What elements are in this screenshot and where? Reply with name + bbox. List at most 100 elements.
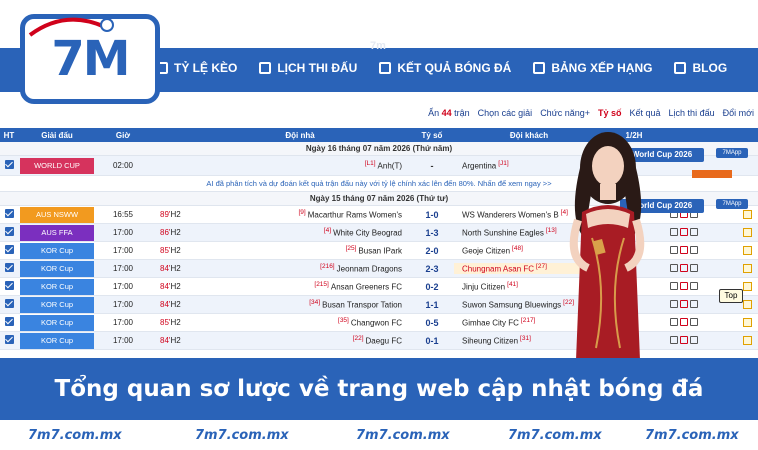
home-team[interactable]: [25] Busan IPark bbox=[190, 245, 410, 256]
match-score[interactable]: 0-5 bbox=[410, 318, 454, 328]
nav-ranking[interactable]: BẢNG XẾP HẠNG bbox=[533, 61, 652, 75]
note-icon[interactable] bbox=[743, 228, 752, 237]
away-name: Argentina bbox=[462, 161, 497, 171]
match-tools-icons[interactable] bbox=[670, 299, 698, 308]
functions-menu[interactable]: Chức năng+ bbox=[540, 108, 590, 118]
match-score[interactable]: 1-1 bbox=[410, 300, 454, 310]
note-icon[interactable] bbox=[743, 282, 752, 291]
match-time: 17:00 bbox=[112, 282, 134, 291]
away-rank: [41] bbox=[507, 281, 518, 289]
row-checkbox[interactable] bbox=[0, 209, 18, 220]
home-team[interactable]: [4] White City Beograd bbox=[190, 227, 410, 238]
match-score[interactable]: 1-0 bbox=[410, 210, 454, 220]
select-leagues-link[interactable]: Chọn các giải bbox=[478, 108, 533, 118]
nav-items: TỶ LỆ KÈO LỊCH THI ĐẤU KẾT QUẢ BÓNG ĐÁ B… bbox=[156, 61, 749, 75]
minute-value: 85' bbox=[160, 318, 171, 327]
minute-value: 84' bbox=[160, 336, 171, 345]
hidden-count[interactable]: Ẩn 44 trận bbox=[428, 108, 470, 118]
match-score[interactable]: 0-1 bbox=[410, 336, 454, 346]
away-name: Jinju Citizen bbox=[462, 282, 506, 292]
match-minute: 84'H2 bbox=[150, 282, 190, 291]
row-checkbox[interactable] bbox=[0, 160, 18, 171]
minute-value: 84' bbox=[160, 282, 171, 291]
home-rank: [34] bbox=[309, 299, 321, 307]
away-rank: [217] bbox=[520, 317, 536, 325]
row-checkbox[interactable] bbox=[0, 299, 18, 310]
calendar-icon bbox=[259, 62, 272, 74]
note-icon[interactable] bbox=[743, 246, 752, 255]
score-link[interactable]: Tỷ số bbox=[598, 108, 622, 118]
home-team[interactable]: [22] Daegu FC bbox=[190, 335, 410, 346]
league-badge[interactable]: AUS FFA bbox=[20, 224, 94, 241]
hidden-suffix: trận bbox=[454, 108, 470, 118]
league-badge[interactable]: KOR Cup bbox=[20, 242, 94, 259]
match-score[interactable]: 2-0 bbox=[410, 246, 454, 256]
home-name: Ansan Greeners FC bbox=[330, 282, 402, 292]
site-logo[interactable]: 7M bbox=[20, 14, 160, 104]
home-team[interactable]: [L1] Anh(T) bbox=[190, 160, 410, 171]
note-icon[interactable] bbox=[743, 300, 752, 309]
league-badge[interactable]: KOR Cup bbox=[20, 260, 94, 277]
footer-watermark-3: 7m7.com.mx bbox=[356, 428, 450, 443]
match-score[interactable]: - bbox=[410, 161, 454, 171]
row-checkbox[interactable] bbox=[0, 227, 18, 238]
league-badge[interactable]: KOR Cup bbox=[20, 314, 94, 331]
league-badge[interactable]: AUS NSWW bbox=[20, 206, 94, 223]
nav-odds[interactable]: TỶ LỆ KÈO bbox=[156, 61, 237, 75]
home-team[interactable]: [216] Jeonnam Dragons bbox=[190, 263, 410, 274]
home-team[interactable]: [9] Macarthur Rams Women's bbox=[190, 209, 410, 220]
filter-bar: Ẩn 44 trận Chọn các giải Chức năng+ Tỷ s… bbox=[0, 104, 758, 122]
note-icon[interactable] bbox=[743, 264, 752, 273]
away-name: Geoje Citizen bbox=[462, 246, 511, 256]
note-icon[interactable] bbox=[743, 318, 752, 327]
home-team[interactable]: [215] Ansan Greeners FC bbox=[190, 281, 410, 292]
note-icon[interactable] bbox=[743, 210, 752, 219]
scroll-top-button[interactable]: Top bbox=[719, 289, 743, 303]
away-rank: [48] bbox=[512, 245, 523, 253]
league-badge[interactable]: KOR Cup bbox=[20, 332, 94, 349]
app-button[interactable]: 7MApp bbox=[716, 148, 748, 158]
row-checkbox[interactable] bbox=[0, 263, 18, 274]
match-tools-icons[interactable] bbox=[670, 335, 698, 344]
match-time: 17:00 bbox=[112, 246, 134, 255]
match-minute: 84'H2 bbox=[150, 264, 190, 273]
home-team[interactable]: [34] Busan Transpor Tation bbox=[190, 299, 410, 310]
home-team[interactable]: [35] Changwon FC bbox=[190, 317, 410, 328]
nav-schedule[interactable]: LỊCH THI ĐẤU bbox=[259, 61, 357, 75]
nav-blog[interactable]: BLOG bbox=[674, 61, 727, 75]
match-score[interactable]: 2-3 bbox=[410, 264, 454, 274]
refresh-link[interactable]: Đổi mới bbox=[723, 108, 754, 118]
league-badge[interactable]: WORLD CUP bbox=[20, 157, 94, 174]
row-checkbox[interactable] bbox=[0, 335, 18, 346]
league-badge[interactable]: KOR Cup bbox=[20, 296, 94, 313]
minute-value: 89' bbox=[160, 210, 171, 219]
note-icon[interactable] bbox=[743, 336, 752, 345]
row-checkbox[interactable] bbox=[0, 281, 18, 292]
match-score[interactable]: 0-2 bbox=[410, 282, 454, 292]
match-tools-icons[interactable] bbox=[670, 245, 698, 254]
app-button-2[interactable]: 7MApp bbox=[716, 199, 748, 209]
row-checkbox[interactable] bbox=[0, 317, 18, 328]
league-badge[interactable]: KOR Cup bbox=[20, 278, 94, 295]
match-tools-icons[interactable] bbox=[670, 227, 698, 236]
away-name: Gimhae City FC bbox=[462, 318, 519, 328]
schedule-link[interactable]: Lịch thi đấu bbox=[669, 108, 715, 118]
match-tools-icons[interactable] bbox=[670, 263, 698, 272]
home-name: Macarthur Rams Women's bbox=[307, 210, 402, 220]
match-tools-icons[interactable] bbox=[670, 281, 698, 290]
header-time: Giờ bbox=[115, 130, 131, 140]
match-tools-icons[interactable] bbox=[670, 317, 698, 326]
header-score: Tỷ số bbox=[421, 130, 443, 140]
nav-results[interactable]: KẾT QUẢ BÓNG ĐÁ bbox=[379, 61, 511, 75]
home-rank: [216] bbox=[320, 263, 335, 271]
half-value: H2 bbox=[170, 228, 181, 237]
match-minute: 89'H2 bbox=[150, 210, 190, 219]
row-checkbox[interactable] bbox=[0, 245, 18, 256]
results-link[interactable]: Kết quả bbox=[630, 108, 661, 118]
match-score[interactable]: 1-3 bbox=[410, 228, 454, 238]
half-value: H2 bbox=[170, 246, 181, 255]
half-value: H2 bbox=[170, 300, 181, 309]
hidden-prefix: Ẩn bbox=[428, 108, 440, 118]
match-minute: 85'H2 bbox=[150, 318, 190, 327]
match-minute: 86'H2 bbox=[150, 228, 190, 237]
